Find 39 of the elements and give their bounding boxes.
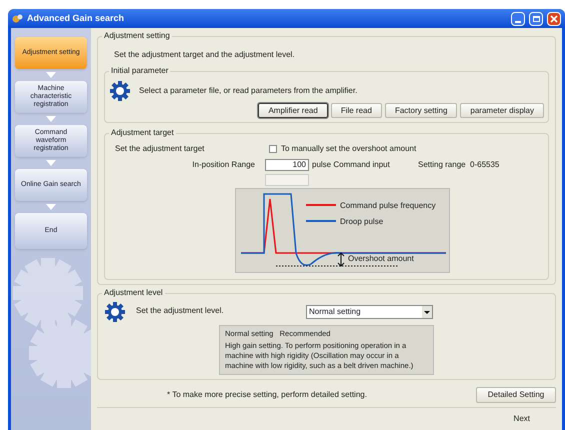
close-button[interactable]	[547, 12, 561, 26]
gear-icon	[104, 301, 126, 323]
minimize-button[interactable]	[511, 12, 525, 26]
close-icon	[550, 14, 558, 22]
down-arrow-icon	[46, 72, 56, 78]
toolbar-button[interactable]: Factory setting	[384, 103, 458, 118]
group-title: Adjustment target	[109, 127, 176, 139]
next-button[interactable]: Next	[514, 413, 530, 425]
group-title: Adjustment setting	[102, 30, 172, 42]
toolbar-button[interactable]: File read	[330, 103, 382, 118]
group-title: Initial parameter	[109, 65, 170, 77]
detailed-setting-button[interactable]: Detailed Setting	[476, 387, 556, 403]
description-text: Set the adjustment target	[115, 143, 206, 155]
legend-label: Droop pulse	[340, 216, 384, 228]
description-text: Set the adjustment target and the adjustment level.	[114, 49, 296, 61]
toolbar-button[interactable]: parameter display	[460, 103, 544, 118]
unit-label: pulse Command input	[312, 159, 391, 171]
input-field[interactable]: 100	[265, 159, 309, 171]
toolbar-button[interactable]: Amplifier read	[258, 103, 328, 118]
caret-icon	[422, 306, 432, 318]
down-arrow-icon	[46, 160, 56, 166]
legend-label: Command pulse frequency	[340, 200, 436, 212]
annotation-label: Overshoot amount	[348, 253, 414, 265]
description-text: Set the adjustment level.	[136, 305, 225, 317]
window-title: Advanced Gain search	[27, 12, 124, 25]
range-label: Setting range	[418, 159, 467, 171]
dropdown[interactable]: Normal setting	[306, 305, 433, 319]
maximize-button[interactable]	[529, 12, 543, 26]
down-arrow-icon	[46, 116, 56, 122]
group-title: Adjustment level	[102, 287, 165, 299]
down-arrow-icon	[46, 204, 56, 210]
checkbox-label: To manually set the overshoot amount	[281, 143, 416, 155]
field-label: In-position Range	[191, 159, 256, 171]
range-value: 0-65535	[470, 159, 500, 171]
checkbox[interactable]	[269, 145, 277, 153]
description-text: Select a parameter file, or read parameters from the amplifier.	[139, 85, 358, 97]
footnote-text: * To make more precise setting, perform detailed setting.	[167, 389, 368, 401]
app-icon	[12, 13, 23, 24]
gear-icon	[109, 80, 131, 102]
